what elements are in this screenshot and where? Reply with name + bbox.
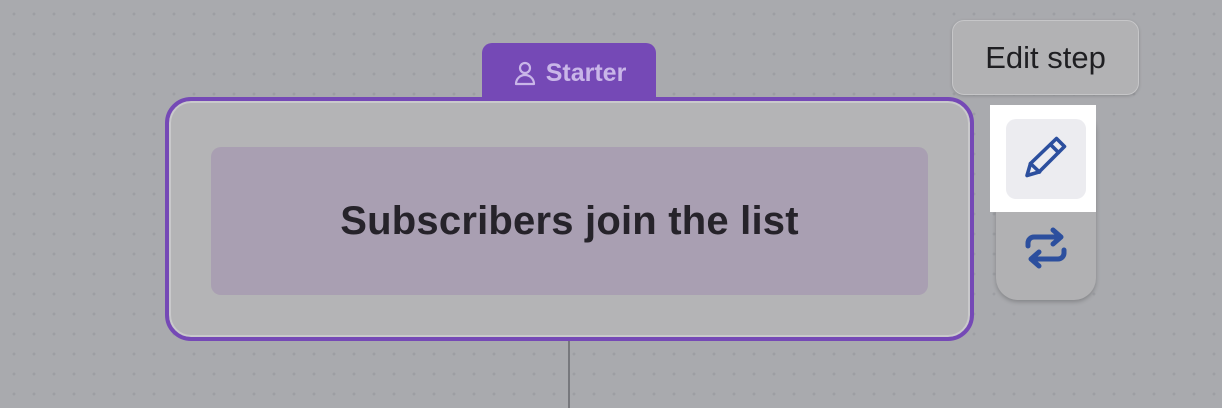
starter-badge-label: Starter xyxy=(545,59,627,87)
pencil-icon xyxy=(1020,131,1072,188)
user-icon xyxy=(512,57,538,89)
step-node-card[interactable]: Subscribers join the list xyxy=(165,97,974,341)
starter-badge: Starter xyxy=(482,43,656,103)
edit-step-tooltip: Edit step xyxy=(952,20,1139,95)
step-connector-line xyxy=(568,338,570,408)
step-title: Subscribers join the list xyxy=(340,198,799,243)
swap-step-button[interactable] xyxy=(1006,210,1086,290)
edit-step-button[interactable] xyxy=(1006,119,1086,199)
swap-arrows-icon xyxy=(1020,222,1072,279)
step-node-body[interactable]: Subscribers join the list xyxy=(211,147,928,295)
